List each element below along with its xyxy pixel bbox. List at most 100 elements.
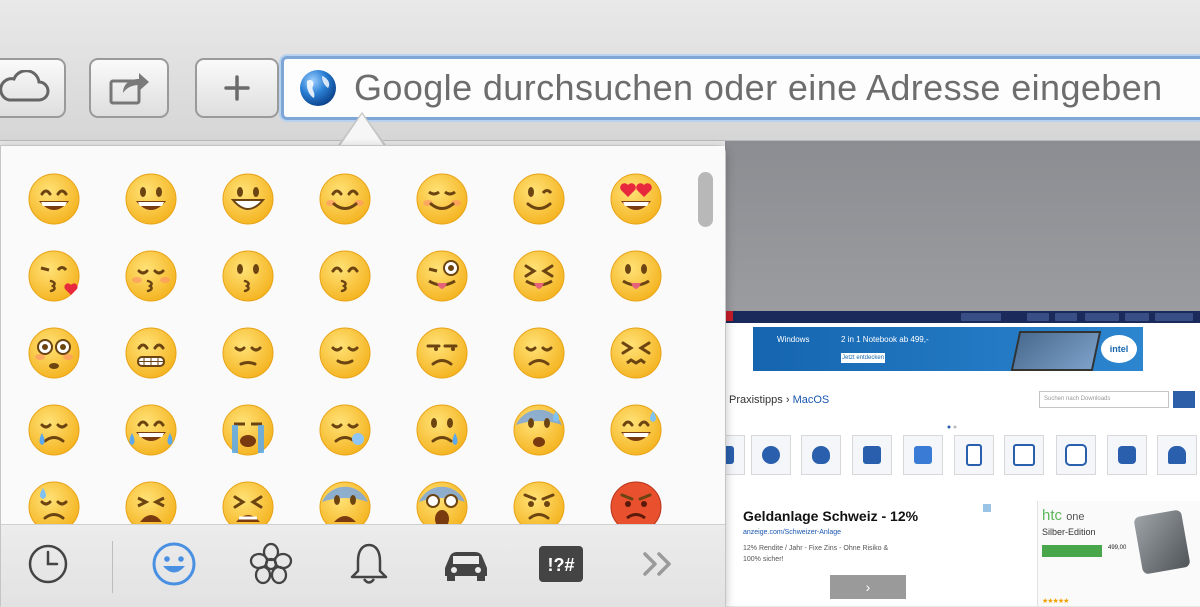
emoji-glyph — [28, 481, 80, 524]
category-tile[interactable] — [852, 435, 892, 475]
emoji-cell[interactable] — [606, 169, 666, 229]
emoji-cell[interactable] — [121, 400, 181, 460]
emoji-cell[interactable] — [218, 400, 278, 460]
emoji-cell[interactable] — [315, 246, 375, 306]
emoji-glyph — [125, 481, 177, 524]
emoji-cell[interactable] — [315, 400, 375, 460]
category-tile[interactable] — [1004, 435, 1044, 475]
emoji-cell[interactable] — [412, 400, 472, 460]
emoji-glyph — [319, 327, 371, 379]
page-background — [725, 141, 1200, 311]
emoji-glyph — [222, 404, 274, 456]
emoji-glyph — [125, 327, 177, 379]
emoji-cell[interactable] — [606, 400, 666, 460]
emoji-cell[interactable] — [509, 323, 569, 383]
htc-price: 499,00 — [1108, 545, 1127, 551]
emoji-cell[interactable] — [218, 323, 278, 383]
emoji-cell[interactable] — [509, 477, 569, 524]
emoji-cell[interactable] — [315, 477, 375, 524]
emoji-cell[interactable] — [412, 169, 472, 229]
emoji-scrollbar-thumb[interactable] — [698, 172, 713, 227]
nav-item[interactable] — [1027, 313, 1049, 321]
category-people-button[interactable] — [149, 542, 199, 589]
ad-text: 2 in 1 Notebook ab 499,- — [841, 335, 929, 344]
emoji-cell[interactable] — [412, 246, 472, 306]
adchoices-icon[interactable] — [983, 504, 991, 512]
category-more-button[interactable] — [633, 543, 683, 589]
emoji-cell[interactable] — [315, 169, 375, 229]
emoji-glyph — [222, 481, 274, 524]
cloud-icon — [0, 70, 51, 106]
address-bar[interactable] — [281, 56, 1200, 120]
emoji-cell[interactable] — [412, 323, 472, 383]
nav-item[interactable] — [961, 313, 1001, 321]
emoji-cell[interactable] — [606, 246, 666, 306]
emoji-grid — [1, 146, 725, 524]
category-places-button[interactable] — [441, 543, 491, 589]
new-tab-button[interactable] — [195, 58, 279, 118]
emoji-cell[interactable] — [24, 169, 84, 229]
ad-link[interactable]: anzeige.com/Schweizer-Anlage — [743, 529, 841, 536]
share-button[interactable] — [89, 58, 169, 118]
category-tile[interactable] — [801, 435, 841, 475]
emoji-cell[interactable] — [412, 477, 472, 524]
htc-buy-button[interactable] — [1042, 545, 1102, 557]
category-tile[interactable] — [954, 435, 994, 475]
category-tile[interactable] — [1157, 435, 1197, 475]
nav-item[interactable] — [1155, 313, 1193, 321]
htc-brand: htc — [1042, 507, 1063, 524]
emoji-cell[interactable] — [218, 246, 278, 306]
ad-brand: Windows — [777, 335, 810, 344]
category-nature-button[interactable] — [246, 542, 296, 589]
emoji-cell[interactable] — [24, 477, 84, 524]
share-icon — [107, 69, 151, 107]
nav-item[interactable] — [1085, 313, 1119, 321]
emoji-cell[interactable] — [24, 246, 84, 306]
emoji-glyph — [125, 250, 177, 302]
emoji-glyph — [513, 250, 565, 302]
emoji-cell[interactable] — [121, 169, 181, 229]
symbols-label: !?# — [548, 555, 575, 575]
plus-icon — [222, 73, 252, 103]
nav-item[interactable] — [1125, 313, 1149, 321]
emoji-cell[interactable] — [606, 477, 666, 524]
emoji-cell[interactable] — [606, 323, 666, 383]
breadcrumb-link[interactable]: MacOS — [793, 394, 830, 406]
emoji-cell[interactable] — [121, 323, 181, 383]
category-tile[interactable] — [725, 435, 745, 475]
emoji-cell[interactable] — [509, 400, 569, 460]
emoji-cell[interactable] — [24, 323, 84, 383]
category-divider — [112, 541, 113, 593]
emoji-cell[interactable] — [218, 477, 278, 524]
emoji-glyph — [610, 404, 662, 456]
htc-logo: htc one — [1042, 507, 1085, 524]
url-input[interactable] — [352, 62, 1196, 114]
category-tile[interactable] — [1056, 435, 1096, 475]
emoji-glyph — [610, 173, 662, 225]
emoji-cell[interactable] — [121, 477, 181, 524]
ad-headline[interactable]: Geldanlage Schweiz - 12% — [743, 508, 918, 524]
nav-item[interactable] — [1055, 313, 1077, 321]
category-objects-button[interactable] — [344, 543, 394, 589]
site-search-input[interactable]: Suchen nach Downloads — [1039, 391, 1169, 408]
category-tile[interactable] — [1107, 435, 1147, 475]
ad-button[interactable]: Jetzt entdecken — [841, 353, 885, 363]
emoji-cell[interactable] — [24, 400, 84, 460]
category-tile[interactable] — [903, 435, 943, 475]
emoji-cell[interactable] — [218, 169, 278, 229]
category-symbols-button[interactable]: !?# — [536, 543, 586, 589]
ad-next-button[interactable]: › — [830, 575, 906, 599]
icloud-tabs-button[interactable] — [0, 58, 66, 118]
emoji-glyph — [319, 481, 371, 524]
emoji-cell[interactable] — [509, 246, 569, 306]
emoji-cell[interactable] — [121, 246, 181, 306]
ad-banner[interactable]: Windows 2 in 1 Notebook ab 499,- Jetzt e… — [753, 327, 1143, 371]
site-search-button[interactable] — [1173, 391, 1195, 408]
emoji-glyph — [416, 173, 468, 225]
htc-ad[interactable]: htc one Silber-Edition 499,00 ★★★★★ — [1037, 501, 1200, 606]
double-chevron-right-icon — [639, 549, 677, 584]
emoji-cell[interactable] — [315, 323, 375, 383]
category-tile[interactable] — [751, 435, 791, 475]
emoji-cell[interactable] — [509, 169, 569, 229]
category-recent-button[interactable] — [23, 543, 73, 589]
